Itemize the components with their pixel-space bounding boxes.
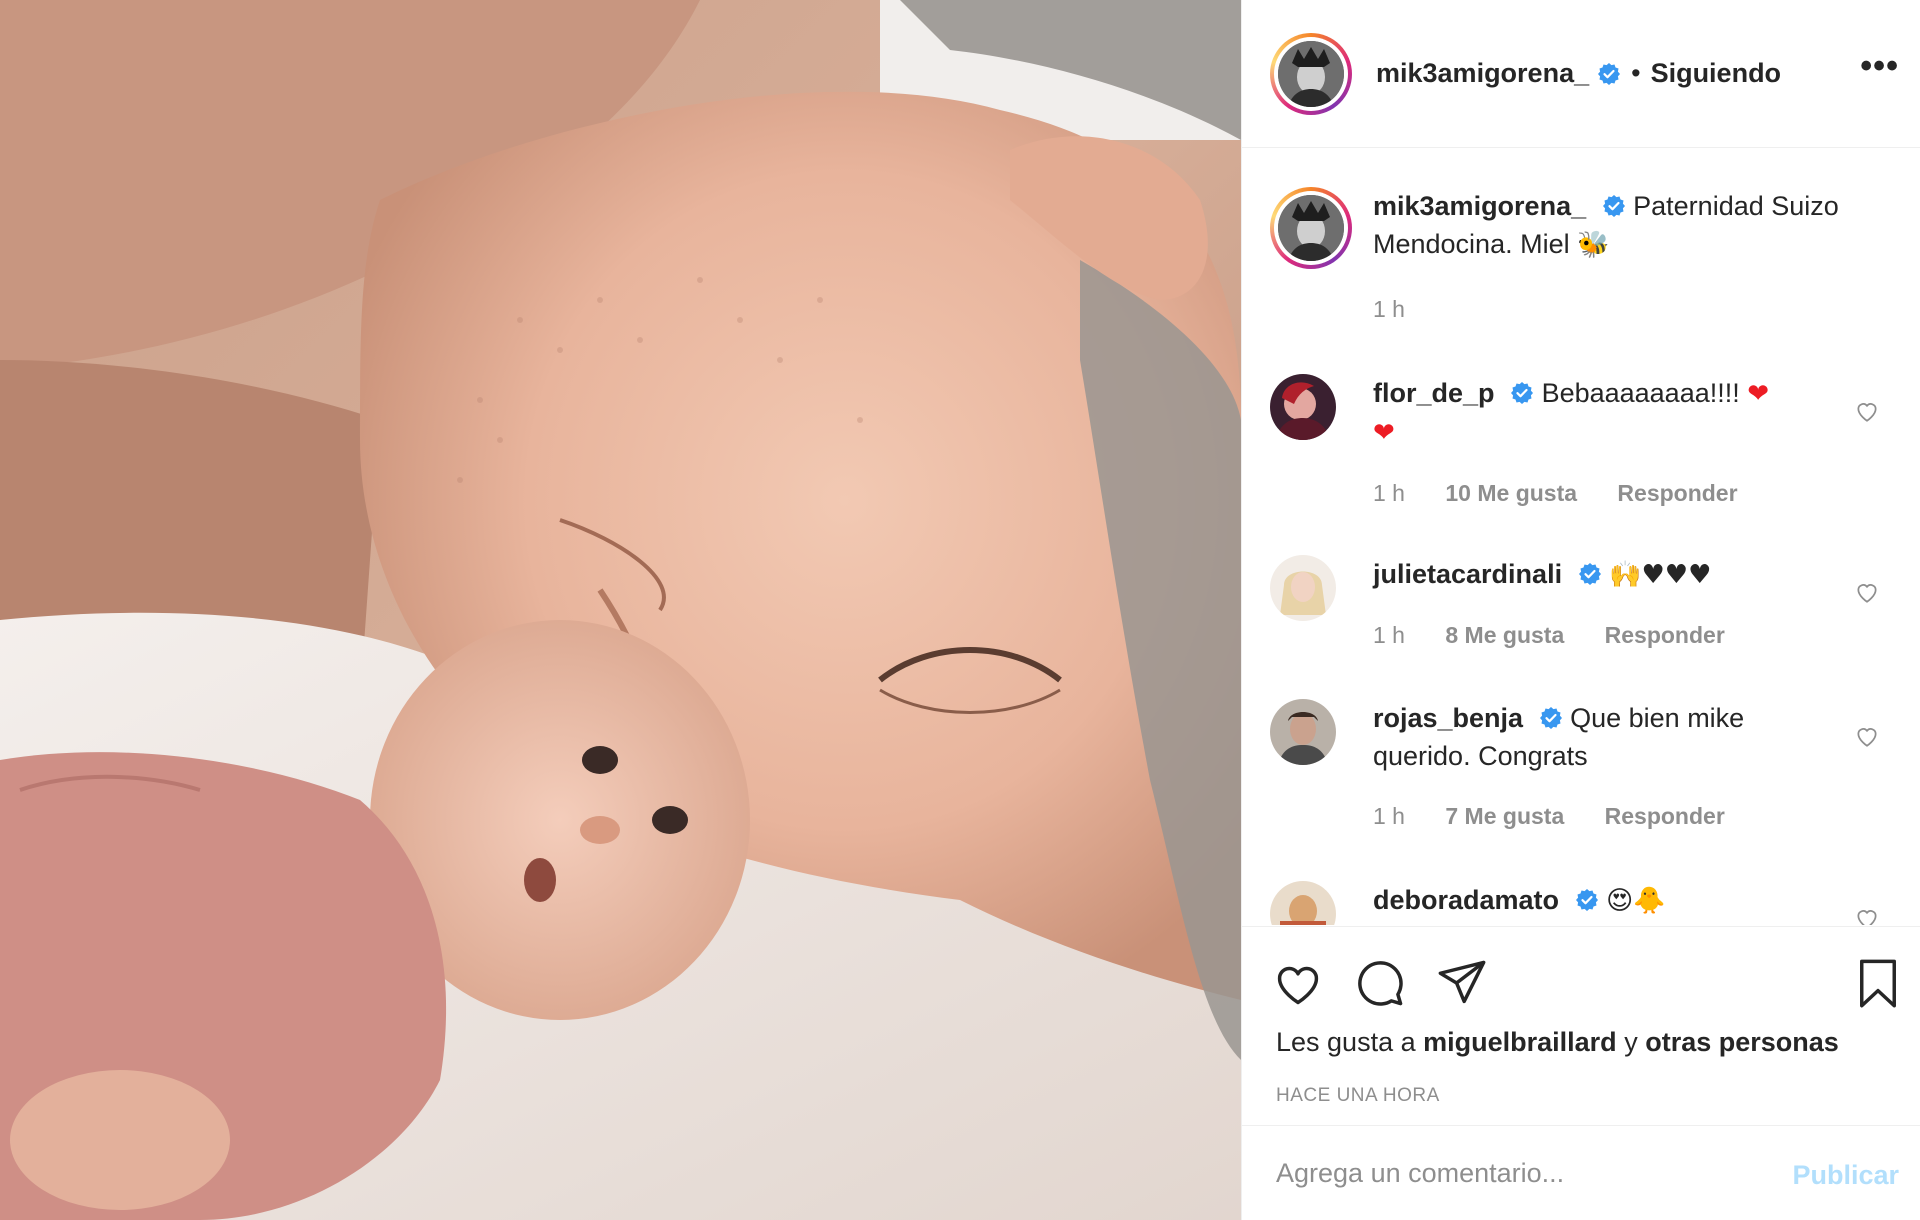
post-header: mik3amigorena_ • Siguiendo ••• — [1242, 0, 1920, 148]
likes-prefix: Les gusta a — [1276, 1027, 1416, 1057]
profile-photo-icon — [1278, 195, 1344, 261]
more-options-icon[interactable]: ••• — [1860, 49, 1899, 83]
share-icon[interactable] — [1436, 957, 1488, 1009]
comment-icon[interactable] — [1354, 957, 1406, 1009]
like-icon[interactable] — [1272, 957, 1324, 1009]
commenter-username[interactable]: flor_de_p — [1373, 378, 1495, 408]
post-actions: Les gusta a miguelbraillard y otras pers… — [1242, 926, 1920, 1220]
add-comment-bar: Publicar — [1242, 1125, 1920, 1220]
verified-badge-icon — [1539, 707, 1562, 729]
like-comment-icon[interactable] — [1854, 723, 1880, 749]
separator-dot: • — [1631, 58, 1641, 88]
post-photo[interactable] — [0, 0, 1241, 1220]
verified-badge-icon — [1602, 195, 1625, 217]
profile-photo-icon — [1270, 881, 1336, 925]
reply-button[interactable]: Responder — [1605, 803, 1725, 829]
commenter-avatar[interactable] — [1270, 374, 1336, 440]
commenter-username[interactable]: julietacardinali — [1373, 559, 1562, 589]
caption-username[interactable]: mik3amigorena_ — [1373, 191, 1586, 221]
post-image — [0, 0, 1241, 1220]
comment-likes[interactable]: 8 Me gusta — [1445, 622, 1564, 648]
likes-mid: y — [1624, 1027, 1638, 1057]
like-comment-icon[interactable] — [1854, 905, 1880, 925]
comment-time[interactable]: 1 h — [1373, 622, 1405, 648]
caption-avatar[interactable] — [1270, 187, 1352, 269]
verified-badge-icon — [1511, 382, 1534, 404]
profile-photo-icon — [1270, 699, 1336, 765]
comment-text: 🙌♥♥♥ — [1609, 560, 1712, 590]
likes-others-link[interactable]: otras personas — [1645, 1027, 1839, 1057]
verified-badge-icon — [1598, 62, 1621, 85]
likes-summary: Les gusta a miguelbraillard y otras pers… — [1276, 1027, 1839, 1058]
commenter-avatar[interactable] — [1270, 881, 1336, 925]
bee-emoji: 🐝 — [1577, 230, 1610, 260]
publish-button[interactable]: Publicar — [1792, 1160, 1899, 1191]
bookmark-icon[interactable] — [1852, 957, 1904, 1009]
like-comment-icon[interactable] — [1854, 398, 1880, 424]
caption-time[interactable]: 1 h — [1373, 296, 1405, 322]
verified-badge-icon — [1578, 563, 1601, 585]
comment-time[interactable]: 1 h — [1373, 803, 1405, 829]
profile-photo-icon — [1278, 40, 1344, 107]
profile-photo-icon — [1270, 555, 1336, 621]
author-username[interactable]: mik3amigorena_ — [1376, 58, 1589, 89]
like-comment-icon[interactable] — [1854, 579, 1880, 605]
comment-likes[interactable]: 10 Me gusta — [1445, 480, 1577, 506]
profile-photo-icon — [1270, 374, 1336, 440]
author-avatar[interactable] — [1270, 32, 1352, 115]
following-button[interactable]: Siguiendo — [1651, 58, 1782, 89]
post-timestamp[interactable]: HACE UNA HORA — [1276, 1085, 1440, 1107]
commenter-username[interactable]: rojas_benja — [1373, 703, 1523, 733]
comment-time[interactable]: 1 h — [1373, 480, 1405, 506]
comment-text: Bebaaaaaaaa!!!! — [1541, 378, 1740, 408]
post-panel: mik3amigorena_ • Siguiendo ••• mik3amigo… — [1241, 0, 1920, 1220]
reply-button[interactable]: Responder — [1617, 480, 1737, 506]
red-heart-emoji: ❤ — [1747, 379, 1770, 409]
red-heart-emoji: ❤ — [1373, 418, 1395, 448]
reply-button[interactable]: Responder — [1605, 622, 1725, 648]
comment-likes[interactable]: 7 Me gusta — [1445, 803, 1564, 829]
comment-input[interactable] — [1276, 1158, 1776, 1189]
commenter-avatar[interactable] — [1270, 555, 1336, 621]
comment-text: 😍🐥 — [1606, 886, 1666, 916]
commenter-avatar[interactable] — [1270, 699, 1336, 765]
comments-list[interactable]: mik3amigorena_ Paternidad Suizo Mendocin… — [1242, 149, 1920, 925]
verified-badge-icon — [1575, 889, 1598, 911]
commenter-username[interactable]: deboradamato — [1373, 885, 1559, 915]
liker-username[interactable]: miguelbraillard — [1423, 1027, 1617, 1057]
